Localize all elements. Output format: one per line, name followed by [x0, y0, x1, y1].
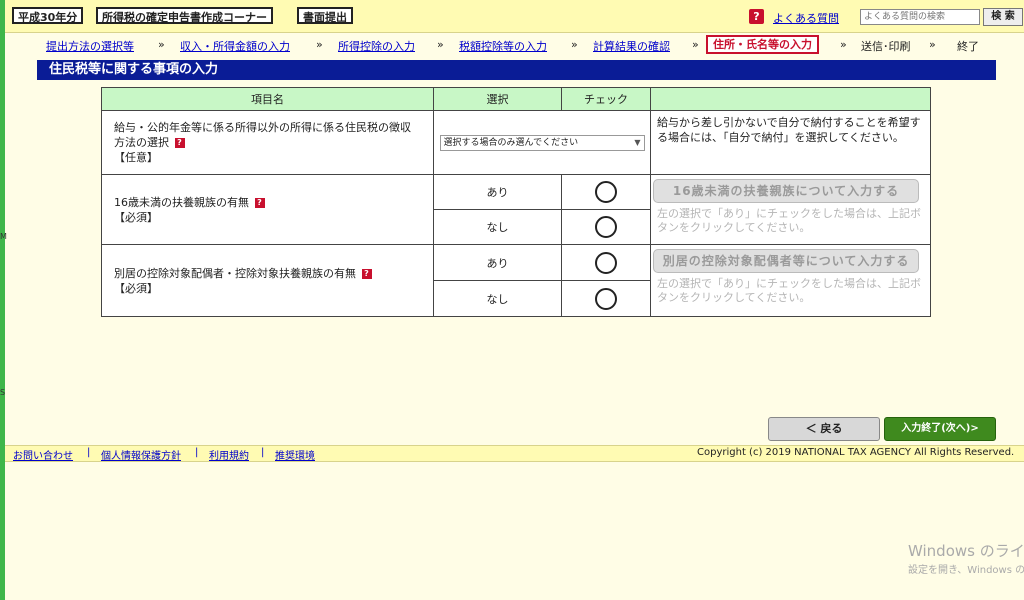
help-icon[interactable]: ?	[361, 268, 372, 279]
resident-tax-table: 項目名 選択 チェック 給与・公的年金等に係る所得以外の所得に係る住民税の徴収方…	[100, 87, 931, 317]
help-icon[interactable]: ?	[174, 138, 185, 148]
collection-method-select[interactable]: 選択する場合のみ選んでください ▼	[439, 134, 645, 151]
item-label: 給与・公的年金等に係る所得以外の所得に係る住民税の徴収方法の選択	[114, 121, 411, 149]
step-send-print: 送信･印刷	[861, 40, 911, 53]
step-deduction-input[interactable]: 所得控除の入力	[338, 38, 415, 54]
radio-cell	[561, 174, 652, 210]
footer-link-contact[interactable]: お問い合わせ	[13, 447, 73, 462]
dependents-under16-input-button[interactable]: 16歳未満の扶養親族について入力する	[653, 179, 920, 203]
step-tax-credit-input[interactable]: 税額控除等の入力	[459, 38, 547, 54]
required-tag: 【必須】	[114, 281, 158, 295]
step-finish: 終了	[957, 40, 979, 53]
step-separator: »	[437, 38, 444, 51]
help-icon[interactable]: ?	[749, 9, 764, 24]
step-submission-method[interactable]: 提出方法の選択等	[46, 38, 134, 54]
instruction-note: 左の選択で「あり」にチェックをした場合は、上記ボタンをクリックしてください。	[657, 207, 922, 234]
back-button[interactable]: ＜ 戻る	[768, 417, 880, 441]
copyright: Copyright (c) 2019 NATIONAL TAX AGENCY A…	[697, 447, 1015, 458]
option-label-yes: あり	[433, 244, 563, 281]
column-header-check: チェック	[561, 87, 652, 111]
help-icon[interactable]: ?	[254, 197, 265, 208]
action-cell: 16歳未満の扶養親族について入力する 左の選択で「あり」にチェックをした場合は、…	[650, 174, 931, 245]
footer-link-terms[interactable]: 利用規約	[209, 447, 249, 462]
step-separator: »	[316, 38, 323, 51]
footer: お問い合わせ | 個人情報保護方針 | 利用規約 | 推奨環境 Copyrigh…	[5, 445, 1024, 462]
optional-tag: 【任意】	[114, 151, 158, 164]
chevron-down-icon: ▼	[634, 137, 641, 147]
item-cell: 給与・公的年金等に係る所得以外の所得に係る住民税の徴収方法の選択 ? 【任意】	[100, 110, 435, 175]
year-label: 平成30年分	[12, 7, 84, 24]
item-cell: 別居の控除対象配偶者・控除対象扶養親族の有無 ? 【必須】	[100, 244, 435, 317]
radio-cell	[561, 209, 652, 245]
step-address-name-current: 住所・氏名等の入力	[706, 35, 819, 54]
item-label: 16歳未満の扶養親族の有無	[114, 195, 249, 209]
table-row: 給与・公的年金等に係る所得以外の所得に係る住民税の徴収方法の選択 ? 【任意】 …	[100, 110, 931, 175]
option-label-no: なし	[433, 209, 563, 245]
step-income-input[interactable]: 収入・所得金額の入力	[180, 38, 290, 54]
separated-spouse-input-button[interactable]: 別居の控除対象配偶者等について入力する	[653, 249, 920, 273]
step-result-confirm[interactable]: 計算結果の確認	[593, 38, 670, 54]
radio-dependents-under16-no[interactable]	[595, 216, 618, 238]
windows-activation-watermark-sub: 設定を開き、Windows の	[908, 565, 1024, 576]
column-header-item: 項目名	[100, 87, 435, 111]
action-cell: 別居の控除対象配偶者等について入力する 左の選択で「あり」にチェックをした場合は…	[650, 244, 931, 317]
option-label-yes: あり	[433, 174, 563, 210]
step-navigation: 提出方法の選択等 » 収入・所得金額の入力 » 所得控除の入力 » 税額控除等の…	[0, 33, 1024, 57]
top-header: 平成30年分 所得税の確定申告書作成コーナー 書面提出 ? よくある質問 検 索	[5, 0, 1024, 33]
left-edge-bar	[0, 0, 5, 600]
option-label-no: なし	[433, 280, 563, 317]
footer-separator: |	[195, 447, 199, 458]
footer-separator: |	[87, 447, 91, 458]
faq-search-input[interactable]	[860, 9, 980, 25]
windows-activation-watermark: Windows のライセ	[908, 542, 1024, 560]
radio-separated-spouse-yes[interactable]	[595, 251, 618, 274]
footer-separator: |	[261, 447, 265, 458]
radio-separated-spouse-no[interactable]	[595, 287, 618, 310]
item-cell: 16歳未満の扶養親族の有無 ? 【必須】	[100, 174, 435, 245]
column-header-select: 選択	[433, 87, 563, 111]
select-value: 選択する場合のみ選んでください	[443, 137, 579, 148]
edge-glyph: M	[0, 232, 7, 241]
radio-cell	[561, 244, 652, 281]
corner-title: 所得税の確定申告書作成コーナー	[96, 7, 273, 24]
footer-link-environment[interactable]: 推奨環境	[275, 447, 315, 462]
footer-link-privacy[interactable]: 個人情報保護方針	[101, 447, 181, 462]
note-cell: 給与から差し引かないで自分で納付することを希望する場合には、「自分で納付」を選択…	[650, 110, 931, 175]
item-label: 別居の控除対象配偶者・控除対象扶養親族の有無	[114, 266, 356, 280]
step-separator: »	[158, 38, 165, 51]
table-header-row: 項目名 選択 チェック	[100, 87, 931, 111]
step-separator: »	[840, 38, 847, 51]
radio-dependents-under16-yes[interactable]	[595, 181, 618, 203]
step-separator: »	[929, 38, 936, 51]
column-header-blank	[650, 87, 931, 111]
table-row: 16歳未満の扶養親族の有無 ? 【必須】 あり 16歳未満の扶養親族について入力…	[100, 174, 931, 245]
select-cell: 選択する場合のみ選んでください ▼	[433, 110, 652, 175]
finish-input-next-button[interactable]: 入力終了(次へ)>	[884, 417, 996, 441]
faq-link[interactable]: よくある質問	[773, 10, 839, 26]
step-separator: »	[692, 38, 699, 51]
page-title: 住民税等に関する事項の入力	[37, 60, 996, 80]
instruction-note: 左の選択で「あり」にチェックをした場合は、上記ボタンをクリックしてください。	[657, 277, 922, 304]
edge-glyph: S	[0, 388, 6, 397]
radio-cell	[561, 280, 652, 317]
required-tag: 【必須】	[114, 210, 158, 224]
table-row: 別居の控除対象配偶者・控除対象扶養親族の有無 ? 【必須】 あり 別居の控除対象…	[100, 244, 931, 317]
step-separator: »	[571, 38, 578, 51]
paper-submit-button[interactable]: 書面提出	[297, 7, 353, 24]
search-button[interactable]: 検 索	[983, 8, 1023, 26]
